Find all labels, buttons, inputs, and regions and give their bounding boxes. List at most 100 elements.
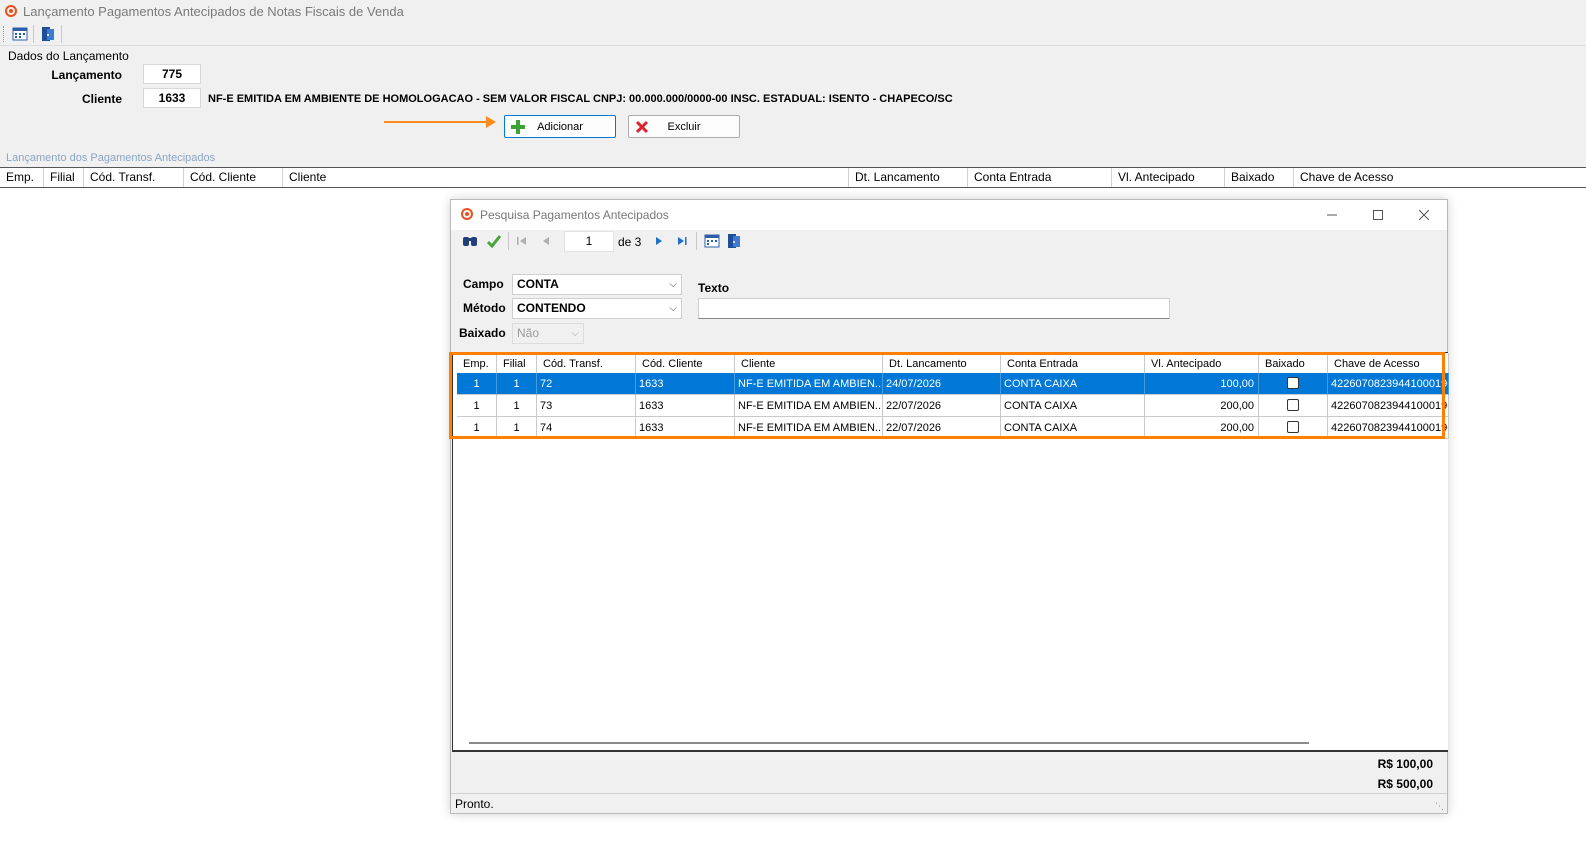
- cell-conta-entrada: CONTA CAIXA: [1001, 395, 1145, 417]
- main-col-baixado[interactable]: Baixado: [1225, 168, 1294, 187]
- total-selected: R$ 100,00: [1377, 757, 1433, 771]
- cell-conta-entrada: CONTA CAIXA: [1001, 417, 1145, 439]
- cell-dt-lancamento: 24/07/2026: [883, 373, 1001, 395]
- dialog-title: Pesquisa Pagamentos Antecipados: [480, 208, 669, 222]
- last-page-icon[interactable]: [673, 232, 691, 250]
- search-dialog: Pesquisa Pagamentos Antecipados 1 de 3 C…: [449, 199, 1449, 814]
- dialog-titlebar: Pesquisa Pagamentos Antecipados: [451, 200, 1447, 230]
- main-col-emp[interactable]: Emp.: [0, 168, 44, 187]
- chevron-down-icon: ⌵: [571, 328, 579, 339]
- campo-label: Campo: [463, 277, 504, 291]
- toolbar-separator: [696, 232, 697, 250]
- grid-bottom-border: [452, 750, 1448, 752]
- group-label-dados: Dados do Lançamento: [8, 49, 129, 63]
- baixado-label: Baixado: [459, 326, 506, 340]
- main-col-cod-cliente[interactable]: Cód. Cliente: [184, 168, 283, 187]
- table-row[interactable]: 1 1 73 1633 NF-E EMITIDA EM AMBIEN... 22…: [457, 395, 1449, 417]
- first-page-icon[interactable]: [513, 232, 531, 250]
- col-dt-lancamento[interactable]: Dt. Lancamento: [883, 353, 1001, 375]
- cell-chave-acesso: 42260708239441000196: [1328, 373, 1449, 395]
- col-cod-transf[interactable]: Cód. Transf.: [537, 353, 636, 375]
- exit-door-icon[interactable]: [39, 25, 57, 43]
- annotation-arrow: [384, 121, 488, 123]
- cell-baixado: [1259, 395, 1328, 417]
- status-bar: Pronto. ⋱: [451, 793, 1447, 813]
- col-cod-cliente[interactable]: Cód. Cliente: [636, 353, 735, 375]
- plus-icon: [511, 120, 525, 134]
- table-row[interactable]: 1 1 72 1633 NF-E EMITIDA EM AMBIEN... 24…: [457, 373, 1449, 395]
- next-page-icon[interactable]: [650, 232, 668, 250]
- add-button[interactable]: Adicionar: [504, 115, 616, 138]
- grid-header-row: Emp. Filial Cód. Transf. Cód. Cliente Cl…: [457, 353, 1449, 375]
- col-cliente[interactable]: Cliente: [735, 353, 883, 375]
- main-col-cod-transf[interactable]: Cód. Transf.: [84, 168, 184, 187]
- maximize-button[interactable]: [1355, 200, 1401, 230]
- cell-emp: 1: [457, 417, 497, 439]
- toolbar-separator: [33, 25, 34, 43]
- cell-baixado: [1259, 373, 1328, 395]
- cell-conta-entrada: CONTA CAIXA: [1001, 373, 1145, 395]
- page-number-input[interactable]: 1: [564, 231, 614, 252]
- totals-panel: R$ 100,00 R$ 500,00: [451, 753, 1447, 793]
- cell-cod-transf: 72: [537, 373, 636, 395]
- main-col-conta-entrada[interactable]: Conta Entrada: [968, 168, 1112, 187]
- cell-dt-lancamento: 22/07/2026: [883, 417, 1001, 439]
- main-grid-header: Emp. Filial Cód. Transf. Cód. Cliente Cl…: [0, 167, 1586, 188]
- main-col-vl-antecipado[interactable]: Vl. Antecipado: [1112, 168, 1225, 187]
- total-all: R$ 500,00: [1377, 777, 1433, 791]
- baixado-checkbox[interactable]: [1287, 399, 1299, 412]
- cell-filial: 1: [497, 373, 537, 395]
- page-count-label: de 3: [618, 235, 642, 249]
- prev-page-icon[interactable]: [537, 232, 555, 250]
- cell-cliente: NF-E EMITIDA EM AMBIEN...: [735, 373, 883, 395]
- exit-door-icon[interactable]: [725, 232, 743, 250]
- campo-select[interactable]: CONTA ⌵: [512, 274, 682, 295]
- horizontal-scrollbar[interactable]: [469, 742, 1309, 744]
- close-icon: [1419, 210, 1429, 220]
- chevron-down-icon: ⌵: [669, 303, 677, 314]
- cell-dt-lancamento: 22/07/2026: [883, 395, 1001, 417]
- cell-cliente: NF-E EMITIDA EM AMBIEN...: [735, 417, 883, 439]
- main-col-chave-acesso[interactable]: Chave de Acesso: [1294, 168, 1586, 187]
- app-logo-icon: [5, 5, 17, 17]
- baixado-checkbox[interactable]: [1287, 421, 1299, 434]
- baixado-checkbox[interactable]: [1287, 377, 1299, 390]
- check-icon[interactable]: [485, 232, 503, 250]
- minimize-button[interactable]: [1309, 200, 1355, 230]
- main-col-dt-lancamento[interactable]: Dt. Lancamento: [849, 168, 968, 187]
- resize-grip-icon[interactable]: ⋱: [1435, 801, 1445, 811]
- minimize-icon: [1327, 214, 1337, 216]
- campo-select-value: CONTA: [517, 277, 559, 291]
- close-button[interactable]: [1401, 200, 1447, 230]
- metodo-label: Método: [463, 301, 506, 315]
- calendar-icon[interactable]: [11, 25, 29, 43]
- delete-button[interactable]: Excluir: [628, 115, 740, 138]
- metodo-select[interactable]: CONTENDO ⌵: [512, 298, 682, 319]
- maximize-icon: [1373, 210, 1383, 220]
- main-titlebar: Lançamento Pagamentos Antecipados de Not…: [0, 0, 1586, 23]
- delete-x-icon: [635, 120, 649, 134]
- cell-emp: 1: [457, 395, 497, 417]
- lancamento-label: Lançamento: [51, 68, 122, 82]
- calendar-icon[interactable]: [703, 232, 721, 250]
- baixado-select-value: Não: [517, 326, 540, 340]
- col-chave-acesso[interactable]: Chave de Acesso: [1328, 353, 1449, 375]
- cell-cod-cliente: 1633: [636, 373, 735, 395]
- col-baixado[interactable]: Baixado: [1259, 353, 1328, 375]
- col-emp[interactable]: Emp.: [457, 353, 497, 375]
- main-col-filial[interactable]: Filial: [44, 168, 84, 187]
- cliente-field[interactable]: 1633: [143, 88, 201, 108]
- baixado-select[interactable]: Não ⌵: [512, 323, 584, 344]
- binoculars-icon[interactable]: [461, 232, 479, 250]
- lancamento-field[interactable]: 775: [143, 64, 201, 84]
- toolbar-grip[interactable]: [3, 26, 5, 42]
- table-row[interactable]: 1 1 74 1633 NF-E EMITIDA EM AMBIEN... 22…: [457, 417, 1449, 439]
- cell-chave-acesso: 42260708239441000196: [1328, 417, 1449, 439]
- dialog-toolbar: 1 de 3: [451, 230, 1447, 254]
- col-vl-antecipado[interactable]: Vl. Antecipado: [1145, 353, 1259, 375]
- chevron-down-icon: ⌵: [669, 279, 677, 290]
- main-col-cliente[interactable]: Cliente: [283, 168, 849, 187]
- col-filial[interactable]: Filial: [497, 353, 537, 375]
- col-conta-entrada[interactable]: Conta Entrada: [1001, 353, 1145, 375]
- texto-input[interactable]: [698, 298, 1170, 319]
